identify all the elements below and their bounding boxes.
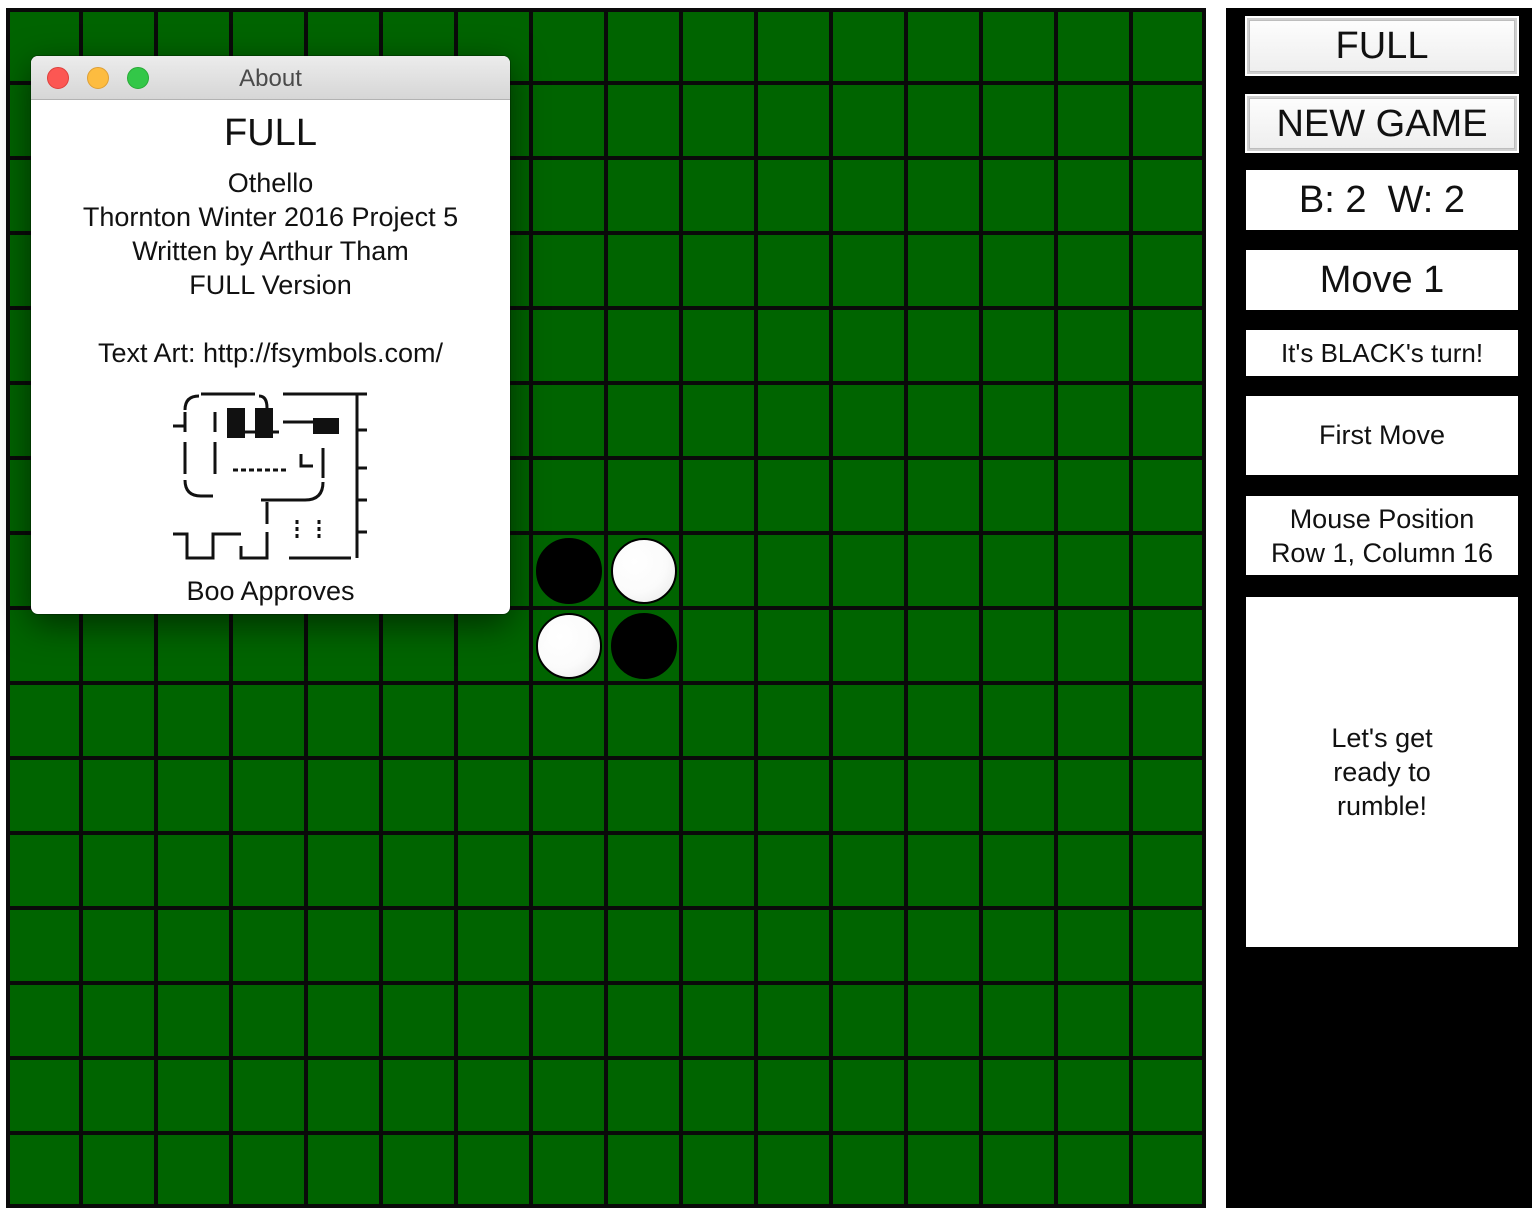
grid-line-vertical xyxy=(1054,8,1058,1208)
last-move-panel: First Move xyxy=(1246,396,1518,475)
mouse-position-value: Row 1, Column 16 xyxy=(1270,537,1494,568)
move-counter: Move 1 xyxy=(1319,258,1445,301)
grid-line-vertical xyxy=(904,8,908,1208)
about-line-author: Written by Arthur Tham xyxy=(132,236,409,266)
mouse-position-panel: Mouse Position Row 1, Column 16 xyxy=(1246,496,1518,575)
about-heading: FULL xyxy=(224,112,317,154)
turn-indicator: It's BLACK's turn! xyxy=(1280,337,1484,368)
turn-panel: It's BLACK's turn! xyxy=(1246,330,1518,376)
game-message: Let's get ready to rumble! xyxy=(1331,723,1433,821)
new-game-button[interactable]: NEW GAME xyxy=(1245,94,1519,153)
grid-line-vertical xyxy=(1129,8,1133,1208)
grid-line-vertical xyxy=(979,8,983,1208)
grid-line-vertical xyxy=(6,8,10,1208)
score-text: B: 2 W: 2 xyxy=(1298,178,1466,221)
othello-app: FULL NEW GAME B: 2 W: 2 Move 1 It's BLAC… xyxy=(0,0,1532,1222)
message-panel: Let's get ready to rumble! xyxy=(1246,597,1518,947)
dialog-titlebar[interactable]: About xyxy=(31,56,510,100)
score-panel: B: 2 W: 2 xyxy=(1246,170,1518,230)
grid-line-vertical xyxy=(604,8,608,1208)
about-details: Othello Thornton Winter 2016 Project 5 W… xyxy=(31,166,510,302)
white-disc xyxy=(610,537,677,604)
move-panel: Move 1 xyxy=(1246,250,1518,310)
about-dialog: About FULL Othello Thornton Winter 2016 … xyxy=(31,56,510,614)
grid-line-vertical xyxy=(754,8,758,1208)
about-line-course: Thornton Winter 2016 Project 5 xyxy=(82,202,459,232)
dialog-title: About xyxy=(239,65,302,92)
grid-line-vertical xyxy=(829,8,833,1208)
grid-line-vertical xyxy=(1202,8,1206,1208)
art-caption: Boo Approves xyxy=(186,576,355,606)
about-line-game: Othello xyxy=(227,168,314,198)
sidebar: FULL NEW GAME B: 2 W: 2 Move 1 It's BLAC… xyxy=(1226,8,1532,1208)
black-disc xyxy=(610,612,677,679)
grid-line-vertical xyxy=(529,8,533,1208)
mode-button[interactable]: FULL xyxy=(1245,16,1519,76)
white-disc xyxy=(535,612,602,679)
grid-line-vertical xyxy=(679,8,683,1208)
black-disc xyxy=(535,537,602,604)
about-line-version: FULL Version xyxy=(189,270,352,300)
last-move-text: First Move xyxy=(1318,420,1445,450)
boo-dog-text-art-icon xyxy=(173,392,367,560)
text-art-credit: Text Art: http://fsymbols.com/ xyxy=(97,338,444,368)
mouse-position-label: Mouse Position xyxy=(1289,503,1475,534)
